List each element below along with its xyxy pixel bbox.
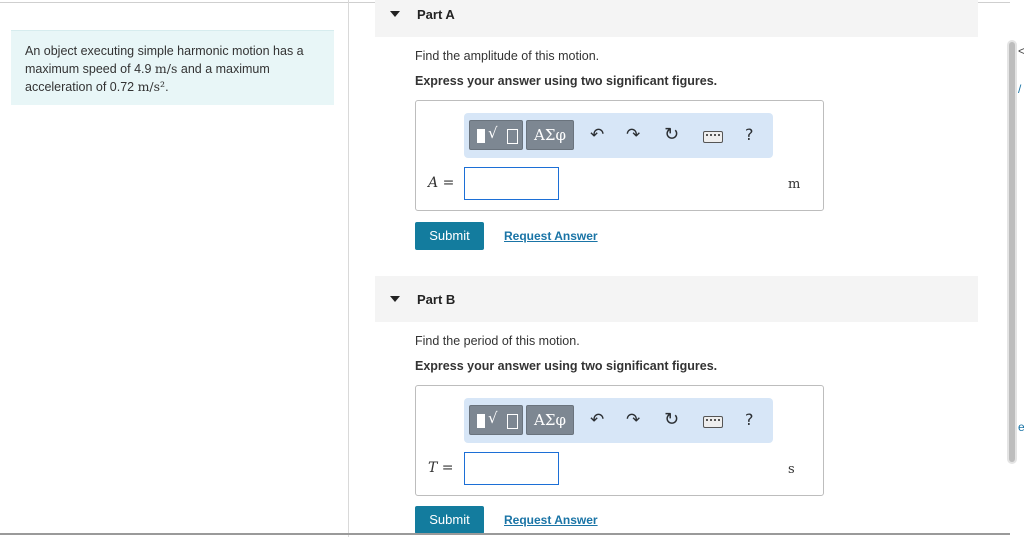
help-icon[interactable]: ?: [745, 408, 754, 432]
redo-icon[interactable]: ↷: [626, 408, 640, 432]
problem-statement: An object executing simple harmonic moti…: [11, 30, 334, 105]
column-divider: [348, 0, 349, 537]
keyboard-icon[interactable]: [703, 131, 723, 143]
radical-icon: √: [488, 124, 498, 142]
vertical-scrollbar[interactable]: [1007, 40, 1017, 464]
part-b-title: Part B: [417, 292, 456, 307]
variable-t: T: [428, 460, 438, 476]
part-b-answer-input[interactable]: [464, 452, 559, 485]
edge-glyph: /: [1018, 82, 1022, 96]
part-a-header[interactable]: Part A: [375, 0, 978, 37]
keyboard-icon[interactable]: [703, 416, 723, 428]
reset-icon[interactable]: ↻: [664, 123, 679, 147]
problem-text: .: [165, 80, 169, 94]
variable-a: A: [428, 175, 439, 191]
greek-symbols-button[interactable]: ΑΣφ: [526, 405, 574, 435]
part-a-title: Part A: [417, 7, 455, 22]
part-a-variable-label: A =: [428, 175, 454, 191]
reset-icon[interactable]: ↻: [664, 408, 679, 432]
part-a-submit-button[interactable]: Submit: [415, 222, 484, 250]
problem-text: and a maximum: [177, 62, 270, 76]
part-b-variable-label: T =: [428, 460, 454, 476]
problem-text: acceleration of 0.72: [25, 80, 138, 94]
help-icon[interactable]: ?: [745, 123, 754, 147]
math-toolbar: √ ΑΣφ ↶ ↷ ↻ ?: [464, 398, 773, 443]
collapse-triangle-icon[interactable]: [390, 296, 400, 302]
part-b-instruction: Express your answer using two significan…: [415, 359, 718, 373]
greek-symbols-button[interactable]: ΑΣφ: [526, 120, 574, 150]
part-b-unit: s: [788, 462, 795, 477]
part-b-request-answer-link[interactable]: Request Answer: [504, 513, 598, 527]
part-a-unit: m: [788, 177, 801, 192]
edge-glyph: <: [1018, 44, 1024, 58]
acceleration-unit: m/s²: [137, 79, 166, 94]
problem-text: maximum speed of 4.9: [25, 62, 155, 76]
templates-icon: [477, 414, 485, 428]
templates-button[interactable]: √: [469, 120, 523, 150]
equals-sign: =: [442, 175, 455, 191]
box-icon: [507, 129, 518, 144]
part-a-answer-input[interactable]: [464, 167, 559, 200]
edge-glyph: e: [1018, 420, 1024, 434]
speed-unit: m/s: [154, 61, 178, 76]
part-a-prompt: Find the amplitude of this motion.: [415, 49, 600, 63]
redo-icon[interactable]: ↷: [626, 123, 640, 147]
part-b-prompt: Find the period of this motion.: [415, 334, 580, 348]
part-a-instruction: Express your answer using two significan…: [415, 74, 718, 88]
problem-line-3: acceleration of 0.72 m/s².: [25, 78, 320, 96]
part-a-answer-box: √ ΑΣφ ↶ ↷ ↻ ? A = m: [415, 100, 824, 211]
radical-icon: √: [488, 409, 498, 427]
problem-line-1: An object executing simple harmonic moti…: [25, 44, 304, 58]
math-toolbar: √ ΑΣφ ↶ ↷ ↻ ?: [464, 113, 773, 158]
part-b-header[interactable]: Part B: [375, 276, 978, 322]
undo-icon[interactable]: ↶: [590, 408, 604, 432]
templates-button[interactable]: √: [469, 405, 523, 435]
collapse-triangle-icon[interactable]: [390, 11, 400, 17]
part-a-request-answer-link[interactable]: Request Answer: [504, 229, 598, 243]
part-b-submit-button[interactable]: Submit: [415, 506, 484, 534]
problem-line-2: maximum speed of 4.9 m/s and a maximum: [25, 60, 320, 78]
scrollbar-thumb[interactable]: [1009, 42, 1015, 462]
undo-icon[interactable]: ↶: [590, 123, 604, 147]
part-b-answer-box: √ ΑΣφ ↶ ↷ ↻ ? T = s: [415, 385, 824, 496]
equals-sign: =: [441, 460, 454, 476]
box-icon: [507, 414, 518, 429]
frame-bottom-border: [0, 533, 1010, 535]
templates-icon: [477, 129, 485, 143]
